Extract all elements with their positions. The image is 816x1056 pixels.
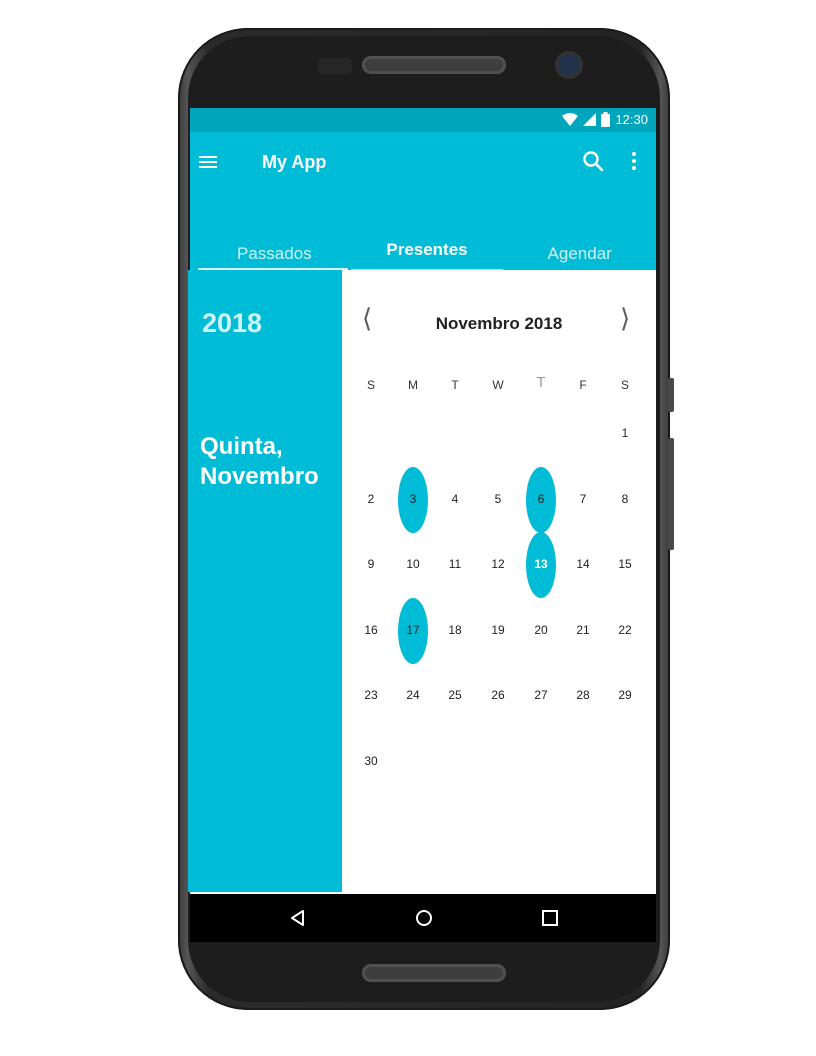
search-icon[interactable] [582, 150, 604, 172]
weekday-label: F [579, 378, 587, 392]
calendar-day[interactable]: 27 [521, 688, 561, 702]
tab-bar: Passados Presentes Agendar [198, 228, 656, 272]
calendar-day[interactable]: 23 [351, 688, 391, 702]
calendar-day[interactable]: 15 [605, 557, 645, 571]
battery-icon [601, 112, 611, 127]
status-bar: 12:30 [190, 108, 656, 132]
calendar-day[interactable]: 16 [351, 623, 391, 637]
weekday-label: W [492, 378, 504, 392]
weekday-label: S [620, 378, 629, 392]
weekday-label: T [451, 378, 459, 392]
calendar-day[interactable]: 7 [563, 492, 603, 506]
earpiece-speaker [362, 56, 506, 74]
calendar-day[interactable]: 14 [563, 557, 603, 571]
wifi-icon [562, 113, 579, 126]
calendar-day[interactable]: 6 [521, 492, 561, 506]
calendar-day[interactable]: 24 [393, 688, 433, 702]
signal-icon [583, 113, 597, 126]
selected-date: Quinta, Novembro [200, 432, 319, 492]
calendar-month-title: Novembro 2018 [435, 314, 563, 333]
selected-date-month: Novembro [200, 463, 319, 490]
calendar-day[interactable]: 5 [478, 492, 518, 506]
weekday-label: S [366, 378, 375, 392]
calendar-day[interactable]: 18 [435, 623, 475, 637]
status-icons: 12:30 [562, 112, 648, 127]
date-header-panel: 2018 Quinta, Novembro [188, 270, 342, 892]
tab-passados[interactable]: Passados [198, 228, 351, 270]
home-icon[interactable] [412, 906, 436, 930]
calendar-day[interactable]: 1 [605, 426, 645, 440]
tab-presentes[interactable]: Presentes [350, 228, 504, 272]
tab-agendar[interactable]: Agendar [503, 228, 656, 270]
next-month-button[interactable]: ⟩ [620, 304, 630, 334]
calendar-day[interactable]: 2 [351, 492, 391, 506]
selected-date-weekday: Quinta, [200, 433, 283, 460]
calendar-day[interactable]: 4 [435, 492, 475, 506]
calendar-month-view: ⟨ Novembro 2018 ⟩ S M T W T F S 1 2 3 4 5 6 7 8 9 10 11 12… [342, 270, 656, 892]
more-vert-icon[interactable] [626, 150, 642, 172]
calendar-day[interactable]: 12 [478, 557, 518, 571]
calendar-day[interactable]: 13 [521, 557, 561, 571]
calendar-day[interactable]: 30 [351, 754, 391, 768]
app-bar: My App Passados Presentes Agendar [190, 132, 656, 272]
back-icon[interactable] [286, 906, 310, 930]
proximity-sensor [318, 58, 352, 74]
recents-icon[interactable] [538, 906, 562, 930]
power-button [668, 438, 674, 550]
calendar-day[interactable]: 10 [393, 557, 433, 571]
calendar-day[interactable]: 28 [563, 688, 603, 702]
calendar-day[interactable]: 19 [478, 623, 518, 637]
android-nav-bar [190, 894, 656, 942]
status-time: 12:30 [615, 112, 648, 127]
weekday-label: M [408, 378, 418, 392]
calendar-day[interactable]: 21 [563, 623, 603, 637]
volume-button [668, 378, 674, 412]
calendar-day[interactable]: 9 [351, 557, 391, 571]
calendar-day[interactable]: 25 [435, 688, 475, 702]
calendar-day[interactable]: 29 [605, 688, 645, 702]
app-title: My App [262, 152, 327, 172]
calendar-day[interactable]: 11 [435, 557, 475, 571]
front-camera [558, 54, 580, 76]
calendar-day[interactable]: 26 [478, 688, 518, 702]
calendar-day[interactable]: 3 [393, 492, 433, 506]
calendar-day[interactable]: 8 [605, 492, 645, 506]
calendar-day[interactable]: 22 [605, 623, 645, 637]
menu-icon[interactable] [198, 152, 218, 172]
weekday-label: T [536, 374, 546, 391]
selected-year[interactable]: 2018 [202, 308, 262, 339]
calendar-day[interactable]: 17 [393, 623, 433, 637]
bottom-speaker [362, 964, 506, 982]
calendar-day[interactable]: 20 [521, 623, 561, 637]
